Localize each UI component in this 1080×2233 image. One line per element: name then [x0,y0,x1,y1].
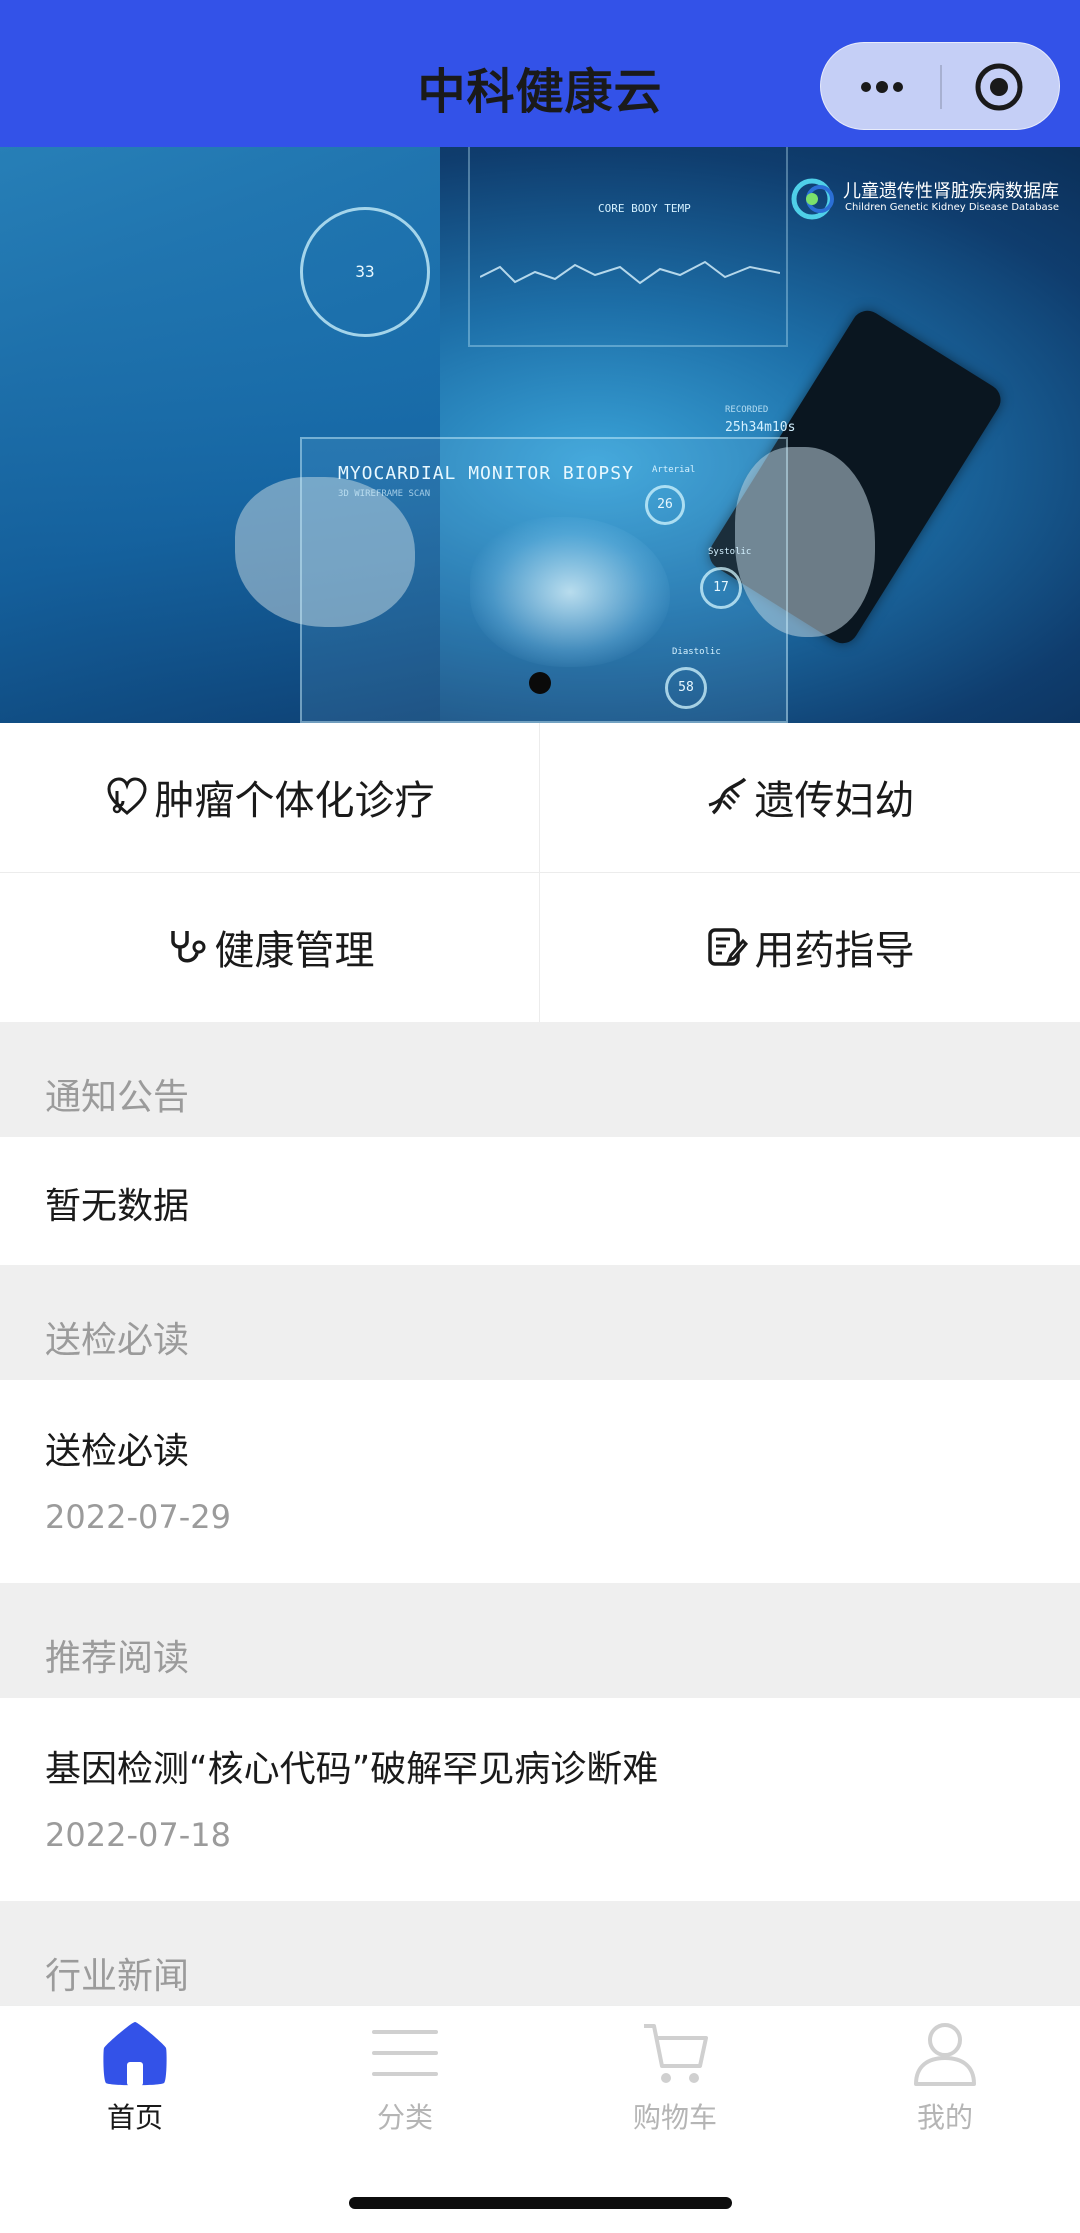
tab-category[interactable]: 分类 [270,2006,540,2146]
database-logo-cn: 儿童遗传性肾脏疾病数据库 [843,181,1059,202]
stethoscope-icon [170,931,205,963]
banner-ring-1: 26 [645,485,685,525]
list-item[interactable]: 基因检测“核心代码”破解罕见病诊断难 2022-07-18 [0,1698,1080,1901]
user-icon [914,2023,976,2086]
article-title: 送检必读 [45,1431,190,1472]
banner-screen-label: CORE BODY TEMP [598,202,691,215]
list-icon [372,2030,438,2076]
banner-ring-label-3: Diastolic [672,647,721,657]
notice-empty-state: 暂无数据 [0,1137,1080,1265]
section-heading: 推荐阅读 [45,1638,190,1679]
banner-monitor-screen: CORE BODY TEMP [468,147,788,347]
article-title: 基因检测“核心代码”破解罕见病诊断难 [45,1749,659,1790]
banner-ring-3: 58 [665,667,707,709]
carousel-indicator-dot[interactable] [529,672,551,694]
edit-document-icon [707,928,748,966]
database-logo [791,178,834,220]
tab-label: 购物车 [632,2101,717,2134]
banner-recorded-label: RECORDED [725,405,769,415]
capsule-divider [940,65,942,109]
tab-label: 分类 [376,2101,433,2134]
banner-ring-label-1: Arterial [652,465,696,475]
stethoscope-heart-icon [106,777,147,815]
close-miniprogram-icon[interactable] [973,61,1025,113]
service-label: 肿瘤个体化诊疗 [154,778,435,824]
service-label: 健康管理 [214,928,375,974]
empty-text: 暂无数据 [45,1186,190,1227]
article-date: 2022-07-18 [45,1816,231,1854]
dna-icon [708,777,746,815]
home-indicator[interactable] [349,2197,732,2209]
database-logo-en: Children Genetic Kidney Disease Database [845,202,1060,213]
service-label: 遗传妇幼 [754,778,915,824]
service-genetic-maternal[interactable]: 遗传妇幼 [540,723,1079,871]
tab-home[interactable]: 首页 [0,2006,270,2146]
tab-profile[interactable]: 我的 [810,2006,1080,2146]
section-heading: 通知公告 [45,1077,190,1118]
top-navigation-bar: 中科健康云 [0,0,1080,147]
mini-program-capsule [820,42,1060,130]
section-header-notice: 通知公告 [0,1022,1080,1137]
section-header-industry: 行业新闻 [0,1901,1080,2005]
list-item[interactable]: 送检必读 2022-07-29 [0,1380,1080,1583]
grid-divider-vertical [539,723,540,1022]
service-grid: 肿瘤个体化诊疗 遗传妇幼 健康管理 用药指导 [0,723,1080,1022]
banner-recorded-time: 25h34m10s [725,420,796,435]
home-icon [103,2022,167,2086]
service-tumor-diagnosis[interactable]: 肿瘤个体化诊疗 [0,723,539,871]
banner-waveform [480,260,780,285]
banner-panel-subtitle: 3D WIREFRAME SCAN [338,489,431,499]
section-heading: 行业新闻 [45,1956,190,1997]
tab-label: 我的 [916,2101,973,2134]
section-header-recommended: 推荐阅读 [0,1583,1080,1698]
grid-divider-horizontal [0,872,1080,873]
service-label: 用药指导 [754,928,915,974]
banner-ring-2: 17 [700,567,742,609]
banner-left-ring: 33 [300,207,430,337]
service-medication-guide[interactable]: 用药指导 [540,873,1079,1021]
tab-label: 首页 [106,2101,163,2134]
banner-ring-label-2: Systolic [708,547,752,557]
cart-icon [644,2024,708,2083]
article-date: 2022-07-29 [45,1498,231,1536]
tab-cart[interactable]: 购物车 [540,2006,810,2146]
banner-panel-title: MYOCARDIAL MONITOR BIOPSY [338,463,634,484]
banner-carousel[interactable]: CORE BODY TEMP 33 MYOCARDIAL MONITOR BIO… [0,147,1080,723]
section-header-inspection: 送检必读 [0,1265,1080,1380]
service-health-management[interactable]: 健康管理 [0,873,539,1021]
section-heading: 送检必读 [45,1320,190,1361]
more-options-icon[interactable] [857,69,907,105]
